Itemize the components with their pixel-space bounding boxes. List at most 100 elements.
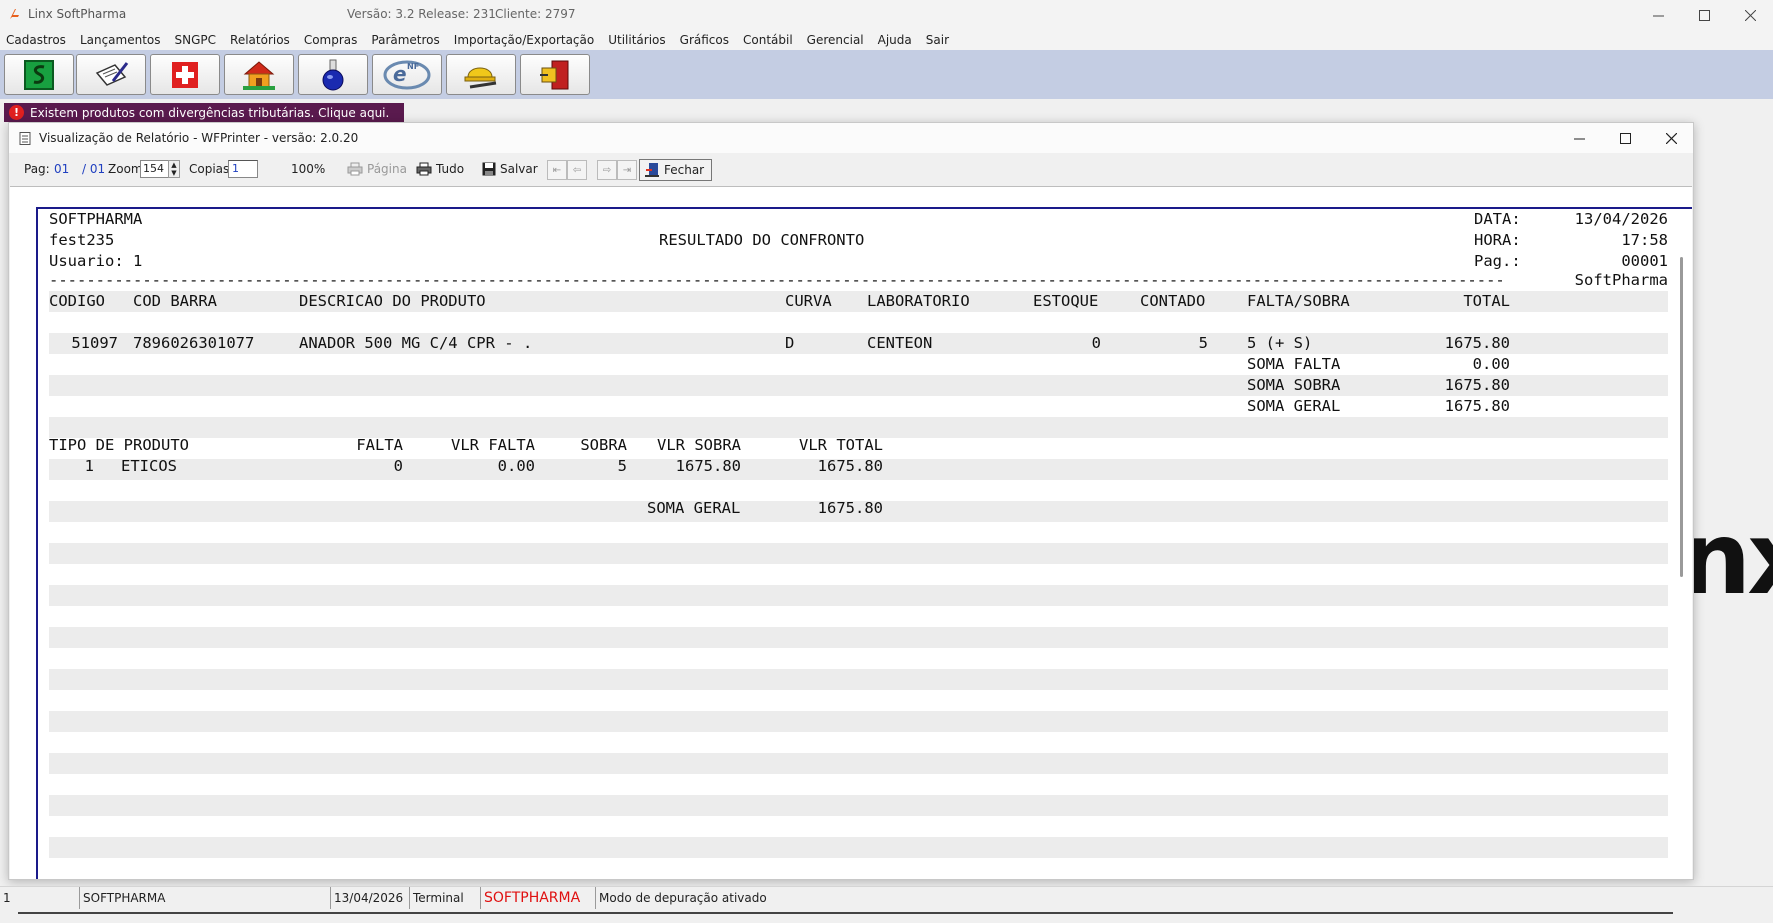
print-all-button[interactable]: Tudo	[416, 162, 464, 176]
report-stripe	[49, 795, 1668, 816]
next-page-icon: ⇨	[602, 164, 612, 176]
status-brand: SOFTPHARMA	[480, 887, 596, 909]
exit-button[interactable]	[520, 54, 590, 95]
menu-graficos[interactable]: Gráficos	[673, 30, 736, 50]
menu-contabil[interactable]: Contábil	[736, 30, 800, 50]
menu-parametros[interactable]: Parâmetros	[364, 30, 446, 50]
status-mode: Modo de depuração ativado	[595, 887, 895, 909]
minimize-icon	[1573, 138, 1585, 139]
cell-contado: 5	[1198, 334, 1208, 352]
report-viewport[interactable]: SOFTPHARMA DATA: 13/04/2026 fest235 RESU…	[10, 186, 1692, 879]
report-scrollbar[interactable]	[1680, 257, 1683, 577]
close-icon	[1665, 132, 1677, 144]
report-toolbar: Pag: 01 / 01 Zoom: 154 ▲ ▼ Copias 1 100% …	[9, 156, 1693, 184]
tipo-header-vlr-total: VLR TOTAL	[799, 436, 883, 454]
main-title-bar: Linx SoftPharma Versão: 3.2 Release: 231…	[0, 0, 1773, 30]
report-date-label: DATA:	[1474, 210, 1521, 228]
menu-importacao-exportacao[interactable]: Importação/Exportação	[447, 30, 601, 50]
table-row[interactable]: 51097 7896026301077 ANADOR 500 MG C/4 CP…	[49, 333, 1668, 354]
prev-page-button[interactable]: ⇦	[567, 160, 587, 180]
menu-gerencial[interactable]: Gerencial	[800, 30, 871, 50]
cell-codigo: 51097	[71, 334, 118, 352]
menu-cadastros[interactable]: Cadastros	[0, 30, 73, 50]
menu-sair[interactable]: Sair	[919, 30, 956, 50]
zoom-spinner[interactable]: ▲ ▼	[168, 160, 180, 178]
status-date: 13/04/2026	[330, 887, 410, 909]
last-page-icon: ⇥	[622, 164, 632, 176]
print-page-button[interactable]: Página	[347, 162, 407, 176]
report-header-line-2: fest235 RESULTADO DO CONFRONTO HORA: 17:…	[49, 230, 1668, 251]
report-close-button[interactable]	[1648, 123, 1694, 153]
cell-curva: D	[785, 334, 795, 352]
status-bar: 1 SOFTPHARMA 13/04/2026 Terminal SOFTPHA…	[0, 886, 1773, 909]
close-button[interactable]	[1727, 0, 1773, 30]
tipo-cell-vlr-falta: 0.00	[497, 457, 535, 475]
report-user-code: fest235	[49, 231, 115, 249]
menu-ajuda[interactable]: Ajuda	[871, 30, 919, 50]
tipo-cell-falta: 0	[393, 457, 403, 475]
report-minimize-button[interactable]	[1556, 123, 1602, 153]
report-stripe	[49, 543, 1668, 564]
tools-button[interactable]	[446, 54, 516, 95]
report-separator-dashes: ----------------------------------------…	[49, 271, 1505, 289]
report-page-value: 00001	[1621, 252, 1668, 270]
sum-sobra-value: 1675.80	[1444, 376, 1510, 394]
save-button[interactable]: Salvar	[482, 162, 538, 176]
zoom-percent-button[interactable]: 100%	[291, 162, 325, 176]
last-page-button[interactable]: ⇥	[617, 160, 637, 180]
pharmacy-button[interactable]	[150, 54, 220, 95]
col-header-descricao: DESCRICAO DO PRODUTO	[299, 292, 486, 310]
col-header-curva: CURVA	[785, 292, 832, 310]
menu-lancamentos[interactable]: Lançamentos	[73, 30, 168, 50]
tipo-row[interactable]: 1 ETICOS 0 0.00 5 1675.80 1675.80	[49, 456, 1668, 477]
house-button[interactable]	[224, 54, 294, 95]
tipo-header-vlr-sobra: VLR SOBRA	[657, 436, 741, 454]
menu-bar: Cadastros Lançamentos SNGPC Relatórios C…	[0, 30, 1773, 50]
app-version: Versão: 3.2 Release: 231	[347, 7, 496, 21]
tipo-cell-sobra: 5	[617, 457, 627, 475]
menu-utilitarios[interactable]: Utilitários	[601, 30, 672, 50]
copies-label: Copias	[189, 162, 230, 176]
report-separator-brand: SoftPharma	[1574, 271, 1668, 289]
nfe-button[interactable]: e NF	[372, 54, 442, 95]
main-toolbar: e NF	[0, 50, 1773, 99]
print-all-label: Tudo	[436, 162, 465, 176]
first-page-button[interactable]: ⇤	[547, 160, 567, 180]
menu-compras[interactable]: Compras	[297, 30, 365, 50]
tipo-cell-vlr-sobra: 1675.80	[675, 457, 741, 475]
client-id: Cliente: 2797	[495, 7, 576, 21]
maximize-button[interactable]	[1681, 0, 1727, 30]
sum-geral-value: 1675.80	[1444, 397, 1510, 415]
notepad-button[interactable]	[76, 54, 146, 95]
notepad-pen-icon	[95, 61, 129, 86]
col-header-estoque: ESTOQUE	[1033, 292, 1099, 310]
status-num: 1	[3, 891, 11, 905]
cash-register-button[interactable]	[4, 54, 74, 95]
next-page-button[interactable]: ⇨	[597, 160, 617, 180]
tipo-header-sobra: SOBRA	[580, 436, 627, 454]
flask-button[interactable]	[298, 54, 368, 95]
report-title: RESULTADO DO CONFRONTO	[659, 231, 865, 249]
menu-sngpc[interactable]: SNGPC	[168, 30, 224, 50]
copies-input[interactable]: 1	[228, 160, 258, 178]
report-window-title: Visualização de Relatório - WFPrinter - …	[39, 131, 359, 145]
tax-divergence-alert[interactable]: ! Existem produtos com divergências trib…	[4, 103, 404, 122]
report-stripe	[49, 627, 1668, 648]
close-report-button[interactable]: Fechar	[639, 159, 713, 181]
report-date-value: 13/04/2026	[1574, 210, 1668, 228]
svg-text:e: e	[393, 62, 407, 86]
cell-descricao: ANADOR 500 MG C/4 CPR - .	[299, 334, 533, 352]
report-header-line-1: SOFTPHARMA DATA: 13/04/2026	[49, 209, 1668, 230]
first-page-icon: ⇤	[552, 164, 562, 176]
report-window-title-bar: Visualização de Relatório - WFPrinter - …	[9, 123, 1693, 153]
col-header-codigo: CODIGO	[49, 292, 105, 310]
menu-relatorios[interactable]: Relatórios	[223, 30, 297, 50]
document-icon	[19, 132, 31, 145]
col-header-total: TOTAL	[1463, 292, 1510, 310]
minimize-button[interactable]	[1635, 0, 1681, 30]
exit-door-icon	[540, 60, 569, 89]
tipo-cell-tipo: ETICOS	[121, 457, 177, 475]
report-maximize-button[interactable]	[1602, 123, 1648, 153]
status-company: SOFTPHARMA	[79, 887, 331, 909]
page-current: 01	[54, 162, 70, 176]
